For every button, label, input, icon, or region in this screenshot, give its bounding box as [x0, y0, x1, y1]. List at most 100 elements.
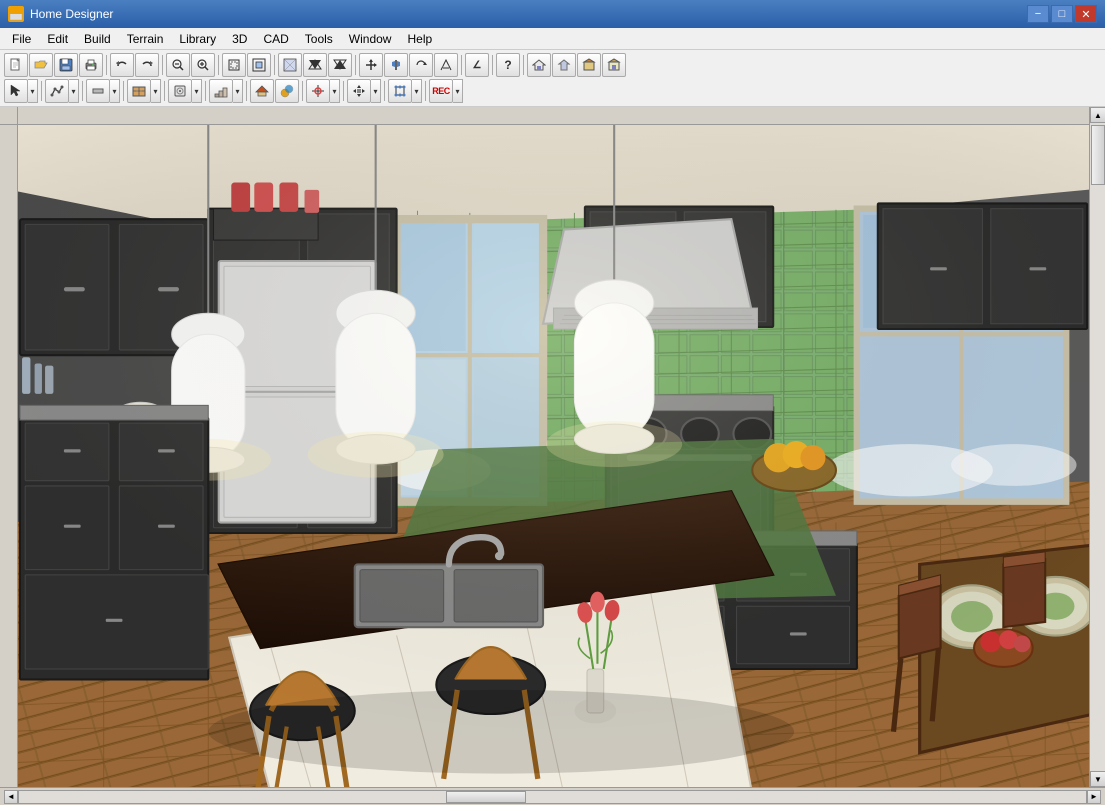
roof-tool-button[interactable] [250, 79, 274, 103]
undo-button[interactable] [110, 53, 134, 77]
maximize-button[interactable]: □ [1051, 5, 1073, 23]
toolbar-sep [123, 81, 124, 101]
zoom-in-button[interactable] [191, 53, 215, 77]
transform-tool-button[interactable] [388, 79, 412, 103]
snap-dropdown[interactable]: ▾ [330, 79, 340, 103]
zoom-fit-button[interactable] [222, 53, 246, 77]
toolbar-sep [164, 81, 165, 101]
scroll-left-arrow[interactable]: ◄ [4, 790, 18, 804]
zoom-window-button[interactable] [247, 53, 271, 77]
record-dropdown[interactable]: ▾ [453, 79, 463, 103]
scroll-right-arrow[interactable]: ► [1087, 790, 1101, 804]
polyline-dropdown[interactable]: ▾ [69, 79, 79, 103]
main-area: ▲ ▼ [0, 107, 1105, 787]
redo-button[interactable] [135, 53, 159, 77]
cabinet-dropdown[interactable]: ▾ [151, 79, 161, 103]
menu-item-build[interactable]: Build [76, 30, 119, 48]
toolbar-sep [384, 81, 385, 101]
select-tool-dropdown[interactable]: ▾ [28, 79, 38, 103]
stair-dropdown[interactable]: ▾ [233, 79, 243, 103]
toolbar-sep [492, 55, 493, 75]
move-tool-button[interactable] [347, 79, 371, 103]
menu-item-cad[interactable]: CAD [255, 30, 296, 48]
transform-dropdown[interactable]: ▾ [412, 79, 422, 103]
toolbar-sep [41, 81, 42, 101]
toolbar-row-2: ▾ ▾ ▾ [4, 78, 1101, 104]
polyline-tool-button[interactable] [45, 79, 69, 103]
window-controls: − □ ✕ [1027, 5, 1097, 23]
status-bar: ◄ ► [0, 787, 1105, 805]
open-button[interactable] [29, 53, 53, 77]
menu-item-file[interactable]: File [4, 30, 39, 48]
app-icon [8, 6, 24, 22]
move-dropdown[interactable]: ▾ [371, 79, 381, 103]
minimize-button[interactable]: − [1027, 5, 1049, 23]
window-title: Home Designer [30, 7, 1027, 21]
menu-item-window[interactable]: Window [341, 30, 400, 48]
new-button[interactable] [4, 53, 28, 77]
select-tool-button[interactable] [4, 79, 28, 103]
menu-item-help[interactable]: Help [399, 30, 440, 48]
wall-dropdown[interactable]: ▾ [110, 79, 120, 103]
align-button[interactable] [359, 53, 383, 77]
menu-item-3d[interactable]: 3D [224, 30, 255, 48]
h-scroll-thumb[interactable] [446, 791, 526, 803]
flip-button[interactable] [384, 53, 408, 77]
house-view4-button[interactable] [602, 53, 626, 77]
toolbar-sep [82, 81, 83, 101]
toolbar-row-1: ∠ ? [4, 52, 1101, 78]
left-ruler [0, 107, 18, 787]
snap-tool-button[interactable] [306, 79, 330, 103]
toolbar-sep [106, 55, 107, 75]
top-ruler [18, 107, 1089, 125]
h-scroll-track[interactable] [18, 790, 1087, 804]
scroll-track[interactable] [1090, 123, 1105, 771]
menu-bar: File Edit Build Terrain Library 3D CAD T… [0, 28, 1105, 50]
stair-tool-button[interactable] [209, 79, 233, 103]
scroll-down-arrow[interactable]: ▼ [1090, 771, 1105, 787]
toolbar-sep [343, 81, 344, 101]
next-view-button[interactable] [328, 53, 352, 77]
kitchen-scene [18, 125, 1089, 787]
toolbar-sep [461, 55, 462, 75]
toolbar-sep [246, 81, 247, 101]
toolbar-sep [218, 55, 219, 75]
toolbar-sep [523, 55, 524, 75]
toolbar-sep [302, 81, 303, 101]
record-button[interactable]: REC [429, 79, 453, 103]
angle-button[interactable]: ∠ [465, 53, 489, 77]
rotate-button[interactable] [409, 53, 433, 77]
right-scrollbar[interactable]: ▲ ▼ [1089, 107, 1105, 787]
toolbar-sep [274, 55, 275, 75]
scroll-thumb[interactable] [1091, 125, 1105, 185]
mirror-button[interactable] [434, 53, 458, 77]
toolbar-sep [162, 55, 163, 75]
cabinet-tool-button[interactable] [127, 79, 151, 103]
close-button[interactable]: ✕ [1075, 5, 1097, 23]
scroll-up-arrow[interactable]: ▲ [1090, 107, 1105, 123]
menu-item-tools[interactable]: Tools [297, 30, 341, 48]
house-view2-button[interactable] [552, 53, 576, 77]
save-button[interactable] [54, 53, 78, 77]
toolbar-sep [425, 81, 426, 101]
fill-window-button[interactable] [278, 53, 302, 77]
title-bar: Home Designer − □ ✕ [0, 0, 1105, 28]
wall-tool-button[interactable] [86, 79, 110, 103]
viewport[interactable] [18, 107, 1089, 787]
previous-view-button[interactable] [303, 53, 327, 77]
house-view1-button[interactable] [527, 53, 551, 77]
menu-item-edit[interactable]: Edit [39, 30, 76, 48]
horizontal-scrollbar[interactable]: ◄ ► [4, 790, 1101, 804]
fixture-tool-button[interactable] [168, 79, 192, 103]
house-view3-button[interactable] [577, 53, 601, 77]
material-tool-button[interactable] [275, 79, 299, 103]
menu-item-library[interactable]: Library [171, 30, 224, 48]
toolbar-sep [205, 81, 206, 101]
fixture-dropdown[interactable]: ▾ [192, 79, 202, 103]
print-button[interactable] [79, 53, 103, 77]
toolbar-area: ∠ ? [0, 50, 1105, 107]
help-button[interactable]: ? [496, 53, 520, 77]
zoom-out-button[interactable] [166, 53, 190, 77]
menu-item-terrain[interactable]: Terrain [119, 30, 172, 48]
toolbar-sep [355, 55, 356, 75]
